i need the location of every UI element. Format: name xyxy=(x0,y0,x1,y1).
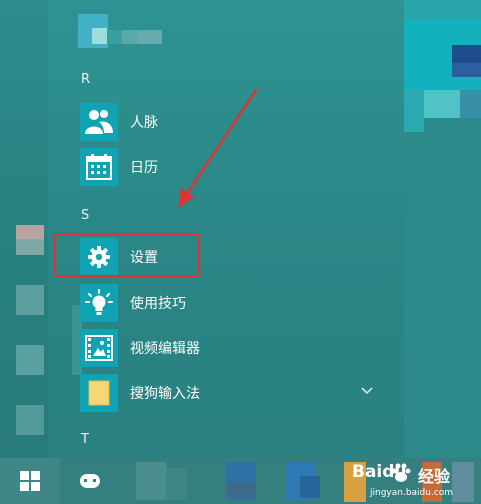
cortana-button[interactable] xyxy=(60,458,120,504)
taskbar-app-icon[interactable] xyxy=(136,462,166,500)
cortana-icon xyxy=(80,474,100,488)
watermark-brand-cn: 经验 xyxy=(418,467,451,486)
start-button[interactable] xyxy=(0,458,60,504)
baidu-watermark: Baidu 经验 jingyan.baidu.com xyxy=(332,460,481,504)
watermark-url: jingyan.baidu.com xyxy=(370,488,454,498)
blurred-live-tile xyxy=(404,0,481,20)
baidu-paw-icon xyxy=(391,463,411,482)
windows-logo-icon xyxy=(20,471,40,491)
